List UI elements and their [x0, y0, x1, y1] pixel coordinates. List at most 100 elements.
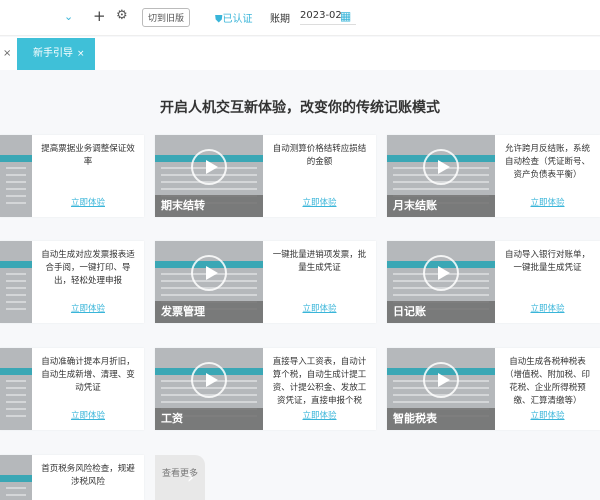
feature-card: 智能税表 自动生成各税种税表（增值税、附加税、印花税、企业所得税预缴、汇算清缴等）… — [387, 348, 600, 430]
shield-icon: ⛊ — [215, 14, 223, 25]
video-thumbnail[interactable]: 期末结转 — [155, 135, 263, 217]
card-description: 自动生成各税种税表（增值税、附加税、印花税、企业所得税预缴、汇算清缴等） — [504, 357, 590, 406]
thumb-line — [6, 273, 26, 275]
card-body: 自动导入银行对账单，一键批量生成凭证立即体验 — [495, 241, 600, 323]
chevron-right-icon: › — [187, 467, 195, 488]
card-body: 首页税务风险检查，规避涉税风险 — [32, 455, 144, 500]
try-now-link[interactable]: 立即体验 — [71, 409, 105, 421]
card-body: 直接导入工资表，自动计算个税，自动生成计提工资、计提公积金、发放工资凭证，直接申… — [263, 348, 376, 430]
thumb-line — [6, 301, 26, 303]
thumb-line — [6, 394, 26, 396]
try-now-link[interactable]: 立即体验 — [71, 196, 105, 208]
thumb-line — [6, 415, 26, 417]
try-now-link[interactable]: 立即体验 — [302, 302, 336, 314]
try-now-link[interactable]: 立即体验 — [302, 409, 336, 421]
thumb-line — [6, 387, 26, 389]
video-thumbnail[interactable]: 智能税表 — [387, 348, 495, 430]
page-title: 开启人机交互新体验，改变你的传统记账模式 — [160, 100, 440, 116]
play-icon[interactable] — [423, 362, 459, 398]
tab-bar: × 新手引导 × — [0, 37, 600, 70]
card-description: 直接导入工资表，自动计算个税，自动生成计提工资、计提公积金、发放工资凭证，直接申… — [272, 357, 367, 406]
play-icon[interactable] — [191, 149, 227, 185]
feature-card: 自动生成对应发票报表适合手阅，一键打印、导出，轻松处理申报立即体验 — [0, 241, 144, 323]
thumb-line — [6, 181, 26, 183]
verified-badge: ⛊已认证 — [215, 10, 253, 25]
thumb-line — [6, 167, 26, 169]
feature-card: 首页税务风险检查，规避涉税风险 — [0, 455, 144, 500]
card-description: 自动生成对应发票报表适合手阅，一键打印、导出，轻松处理申报 — [41, 250, 135, 286]
thumb-line — [6, 494, 26, 496]
video-thumbnail[interactable] — [0, 455, 32, 500]
try-now-link[interactable]: 立即体验 — [71, 302, 105, 314]
thumb-line — [6, 487, 26, 489]
card-description: 首页税务风险检查，规避涉税风险 — [41, 464, 135, 487]
thumb-line — [6, 280, 26, 282]
try-now-link[interactable]: 立即体验 — [302, 196, 336, 208]
thumb-line — [6, 294, 26, 296]
thumb-label: 日记账 — [387, 301, 495, 323]
thumb-bar — [0, 368, 32, 375]
thumb-bar — [0, 261, 32, 268]
play-icon[interactable] — [191, 255, 227, 291]
play-icon[interactable] — [191, 362, 227, 398]
video-thumbnail[interactable]: 月末结账 — [387, 135, 495, 217]
thumb-line — [6, 188, 26, 190]
card-body: 自动准确计提本月折旧，自动生成新增、清理、变动凭证立即体验 — [32, 348, 144, 430]
tab-label: 新手引导 — [33, 48, 73, 59]
thumb-line — [6, 408, 26, 410]
thumb-label: 工资 — [155, 408, 263, 430]
try-now-link[interactable]: 立即体验 — [530, 302, 564, 314]
thumb-line — [393, 294, 489, 296]
thumb-label: 期末结转 — [155, 195, 263, 217]
thumb-line — [6, 380, 26, 382]
thumb-line — [6, 174, 26, 176]
close-icon[interactable]: × — [3, 48, 11, 59]
play-icon[interactable] — [423, 255, 459, 291]
thumb-label: 月末结账 — [387, 195, 495, 217]
card-description: 一键批量进销项发票，批量生成凭证 — [272, 250, 367, 273]
card-description: 提高票据业务调整保证效率 — [41, 144, 135, 167]
period-label: 账期 — [270, 14, 290, 25]
card-body: 提高票据业务调整保证效率立即体验 — [32, 135, 144, 217]
thumb-line — [6, 202, 26, 204]
feature-card: 月末结账 允许跨月反结账，系统自动检查（凭证断号、资产负债表平衡） 立即体验 — [387, 135, 600, 217]
video-thumbnail[interactable] — [0, 241, 32, 323]
video-thumbnail[interactable] — [0, 348, 32, 430]
card-description: 自动测算价格结转应损结的金额 — [272, 144, 367, 167]
chevron-down-icon[interactable]: ⌄ — [64, 10, 73, 23]
card-description: 自动导入银行对账单，一键批量生成凭证 — [504, 250, 590, 273]
top-toolbar: ⌄ + ⚙ 切到旧版 ⛊已认证 账期 2023-02 ▦ — [0, 0, 600, 36]
try-now-link[interactable]: 立即体验 — [530, 409, 564, 421]
switch-old-version-button[interactable]: 切到旧版 — [142, 8, 191, 27]
calendar-icon[interactable]: ▦ — [340, 9, 351, 23]
play-icon[interactable] — [423, 149, 459, 185]
thumb-line — [393, 401, 489, 403]
close-icon[interactable]: × — [77, 49, 85, 59]
feature-card: 日记账 自动导入银行对账单，一键批量生成凭证 立即体验 — [387, 241, 600, 323]
try-now-link[interactable]: 立即体验 — [530, 196, 564, 208]
card-description: 自动准确计提本月折旧，自动生成新增、清理、变动凭证 — [41, 357, 135, 393]
thumb-label: 发票管理 — [155, 301, 263, 323]
tab-new-user-guide[interactable]: 新手引导 × — [17, 38, 95, 70]
thumb-line — [6, 287, 26, 289]
verified-label: 已认证 — [222, 14, 253, 25]
thumb-line — [6, 308, 26, 310]
plus-icon[interactable]: + — [93, 7, 106, 25]
thumb-line — [6, 195, 26, 197]
feature-card: 工资 直接导入工资表，自动计算个税，自动生成计提工资、计提公积金、发放工资凭证，直… — [155, 348, 376, 430]
card-body: 允许跨月反结账，系统自动检查（凭证断号、资产负债表平衡） 立即体验 — [495, 135, 600, 217]
thumb-line — [393, 188, 489, 190]
thumb-line — [161, 188, 257, 190]
view-more-button[interactable]: 查看更多 › — [155, 455, 205, 500]
video-thumbnail[interactable]: 发票管理 — [155, 241, 263, 323]
video-thumbnail[interactable]: 日记账 — [387, 241, 495, 323]
card-body: 自动生成对应发票报表适合手阅，一键打印、导出，轻松处理申报立即体验 — [32, 241, 144, 323]
feature-card: 自动准确计提本月折旧，自动生成新增、清理、变动凭证立即体验 — [0, 348, 144, 430]
thumb-bar — [0, 155, 32, 162]
gear-icon[interactable]: ⚙ — [116, 8, 128, 23]
thumb-line — [6, 401, 26, 403]
video-thumbnail[interactable]: 工资 — [155, 348, 263, 430]
card-body: 一键批量进销项发票，批量生成凭证立即体验 — [263, 241, 376, 323]
feature-card: 发票管理 一键批量进销项发票，批量生成凭证 立即体验 — [155, 241, 376, 323]
video-thumbnail[interactable] — [0, 135, 32, 217]
